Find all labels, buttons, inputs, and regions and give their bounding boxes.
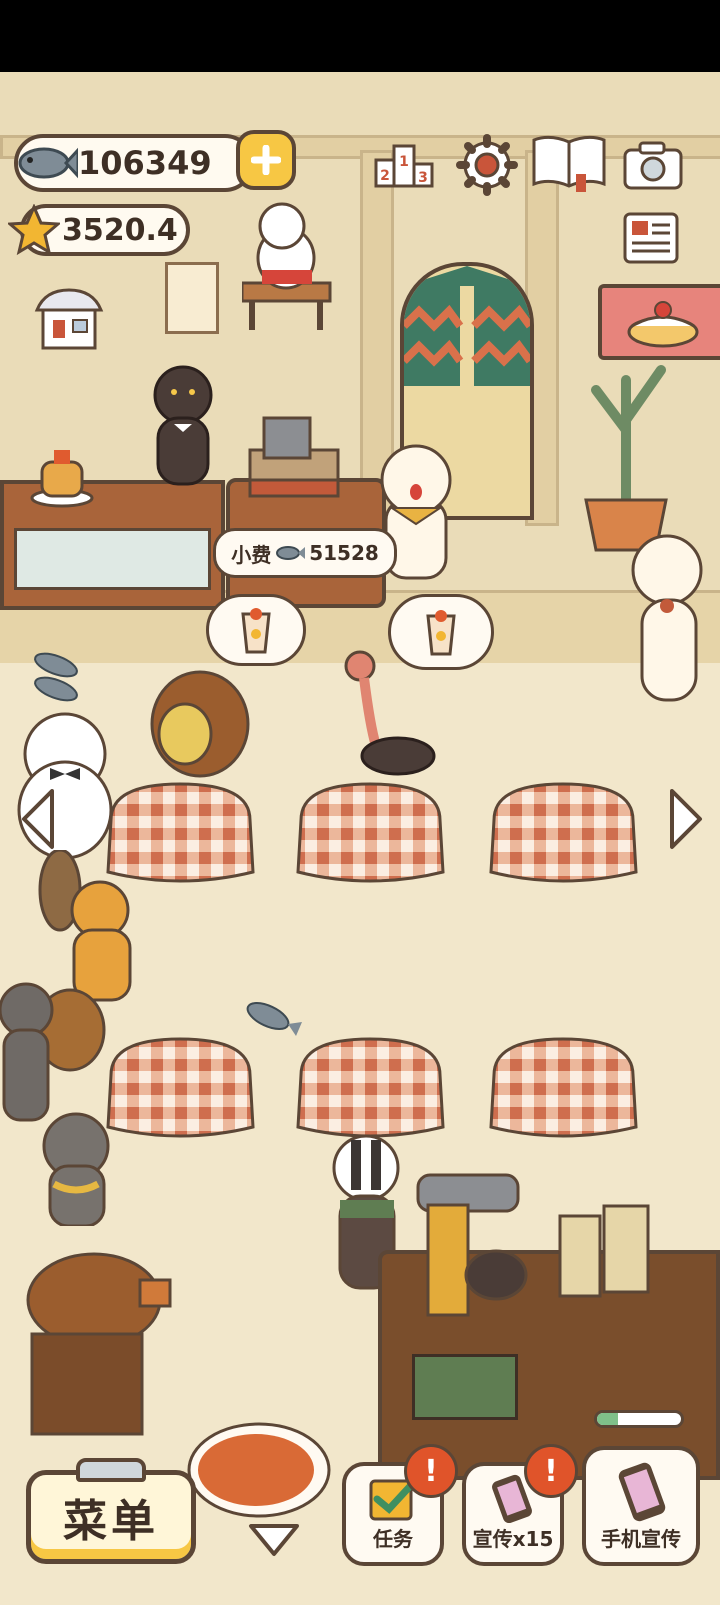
tip-bubble[interactable]: 小费 51528: [213, 528, 397, 578]
ostrich-customer[interactable]: [336, 646, 436, 780]
fish-icon: [14, 138, 80, 192]
promote-label: 宣传x15: [472, 1527, 554, 1551]
cake-promo-flag[interactable]: [598, 284, 720, 360]
ranking-button[interactable]: 213: [372, 138, 436, 192]
star-count: 3520.4: [62, 212, 178, 248]
menu-label: 菜单: [63, 1496, 159, 1547]
add-fish-button[interactable]: [236, 130, 296, 190]
coffee-machine[interactable]: [408, 1165, 538, 1329]
waiter-cat[interactable]: [138, 360, 228, 494]
newspaper-icon: [623, 212, 679, 264]
newspaper-button[interactable]: [620, 210, 682, 266]
pancake-stack: [28, 440, 96, 512]
progress-fill: [597, 1413, 618, 1425]
game-scene: 106349 3520.4 213 小费 51528 菜单 任务 ! 宣传x15…: [0, 0, 720, 1605]
fish-pickup[interactable]: [240, 996, 304, 1040]
lucky-cat-decoration: [240, 198, 332, 337]
tasks-alert-badge: !: [404, 1444, 458, 1498]
promote-alert-badge: !: [524, 1444, 578, 1498]
clipboard-clip: [76, 1458, 146, 1482]
cake-icon: [627, 301, 699, 348]
scroll-right-button[interactable]: [664, 784, 708, 854]
book-icon: [532, 135, 606, 192]
fish-count: 106349: [78, 144, 212, 182]
svg-text:1: 1: [399, 154, 409, 170]
status-bar: [0, 0, 720, 72]
phone-promote-button[interactable]: 手机宣传: [582, 1446, 700, 1566]
shop-button[interactable]: [32, 286, 106, 352]
coffee-bags: [550, 1196, 680, 1310]
plus-icon: [251, 145, 281, 175]
white-cat-customer[interactable]: [612, 530, 712, 709]
scroll-left-button[interactable]: [16, 784, 60, 854]
hedgehog-customer[interactable]: [140, 664, 250, 788]
station-progress-bar: [594, 1410, 684, 1428]
recipe-book-button[interactable]: [530, 132, 608, 194]
beer-barrel[interactable]: [14, 1250, 184, 1444]
tip-amount: 51528: [309, 541, 379, 565]
svg-text:3: 3: [418, 170, 428, 186]
alert-mark: !: [424, 1453, 438, 1489]
menu-button[interactable]: 菜单: [26, 1470, 196, 1564]
gear-icon: [456, 134, 518, 196]
phone-icon: [618, 1462, 666, 1522]
tip-label: 小费: [231, 542, 272, 567]
menu-board: [165, 262, 219, 334]
svg-text:2: 2: [380, 168, 390, 184]
fish-pickup[interactable]: [28, 645, 88, 709]
collapse-tray-button[interactable]: [246, 1520, 302, 1560]
ranking-podium-icon: 213: [374, 144, 434, 188]
pumpkin-tray[interactable]: [184, 1410, 334, 1524]
order-bubble-drink[interactable]: [206, 594, 306, 666]
dining-table[interactable]: [486, 1035, 641, 1149]
dining-table[interactable]: [486, 780, 641, 894]
rat-customer[interactable]: [26, 1106, 126, 1230]
chevron-down-icon: [249, 1524, 299, 1556]
fish-icon: [276, 546, 306, 560]
tasks-label: 任务: [373, 1527, 413, 1551]
star-icon: [6, 203, 62, 260]
camera-icon: [623, 141, 683, 190]
cash-register[interactable]: [244, 410, 344, 504]
shop-icon: [34, 288, 104, 350]
camera-button[interactable]: [622, 138, 684, 194]
chevron-left-icon: [22, 789, 54, 849]
chevron-right-icon: [670, 789, 702, 849]
phone-promote-label: 手机宣传: [601, 1527, 681, 1551]
door-curtain-icon: [404, 266, 530, 386]
alert-mark: !: [544, 1453, 558, 1489]
dining-table[interactable]: [293, 780, 448, 894]
settings-button[interactable]: [456, 134, 518, 196]
drink-cup-icon: [241, 608, 271, 654]
